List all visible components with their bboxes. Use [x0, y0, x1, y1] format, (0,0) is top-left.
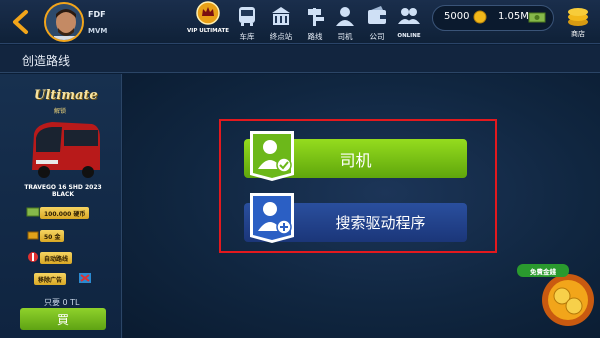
- shop-label: 商店: [571, 30, 585, 38]
- shop-button[interactable]: 商店: [560, 2, 596, 42]
- reward-remove-ads: 移除广告: [34, 273, 67, 285]
- driver-check-icon: [250, 131, 294, 181]
- free-cash-label: 免費金錢: [517, 264, 569, 277]
- nav-vip-label: VIP ULTIMATE: [187, 28, 229, 34]
- company-wallet-icon: [368, 6, 386, 24]
- page-title: 创造路线: [22, 54, 71, 68]
- auto-route-icon: [28, 252, 38, 262]
- nav-route-label: 路线: [307, 32, 323, 41]
- gold-coin-icon: [473, 10, 487, 24]
- bus-image: [32, 122, 100, 178]
- back-arrow-icon: [13, 10, 28, 34]
- reward-gold: 50 金: [40, 230, 65, 242]
- nav-vip-ultimate[interactable]: VIP ULTIMATE: [186, 0, 230, 44]
- nav-company[interactable]: 公司: [360, 2, 394, 42]
- nav-terminal[interactable]: 终点站: [264, 2, 298, 42]
- back-button[interactable]: [0, 0, 44, 44]
- vip-crown-icon: [196, 1, 220, 25]
- route-sign-icon: [308, 8, 324, 26]
- nav-driver-label: 司机: [337, 32, 353, 41]
- reward-coins: 100.000 硬币: [40, 207, 90, 219]
- add-driver-icon: [250, 193, 294, 243]
- avatar[interactable]: [44, 2, 84, 42]
- nav-online[interactable]: ONLINE: [392, 2, 426, 42]
- remove-ads-icon: [79, 273, 91, 283]
- reward-auto-route: 自动路线: [40, 252, 73, 264]
- price-label: 只要 0 TL: [44, 298, 80, 307]
- unlocked-label: 解锁: [54, 108, 67, 115]
- nav-terminal-label: 终点站: [269, 32, 293, 41]
- terminal-building-icon: [272, 7, 290, 25]
- gold-reward-icon: [27, 231, 39, 240]
- nav-garage-label: 车库: [239, 32, 255, 41]
- cash-value: 1.05M: [498, 11, 529, 22]
- bus-model-name: TRAVEGO 16 SHD 2023 BLACK: [24, 184, 102, 198]
- bus-icon: [239, 7, 255, 26]
- buy-button[interactable]: 買: [20, 308, 106, 330]
- cash-reward-icon: [26, 207, 40, 217]
- nav-garage[interactable]: 车库: [230, 2, 264, 42]
- player-tag: MVM: [88, 27, 108, 35]
- driver-icon: [336, 7, 354, 26]
- sub-header: [0, 45, 600, 73]
- cash-stack-icon: [528, 12, 546, 23]
- search-driver-label: 搜索驱动程序: [335, 214, 426, 232]
- online-users-icon: [398, 8, 420, 24]
- coins-value: 5000: [444, 11, 470, 22]
- coin-stack-icon: [568, 8, 588, 26]
- nav-route[interactable]: 路线: [298, 2, 332, 42]
- ultimate-title: Ultimate: [34, 88, 98, 103]
- free-cash-icon[interactable]: [528, 248, 594, 334]
- nav-company-label: 公司: [369, 32, 385, 41]
- nav-online-label: ONLINE: [397, 33, 421, 39]
- nav-driver[interactable]: 司机: [328, 2, 362, 42]
- player-name: FDF: [88, 10, 106, 19]
